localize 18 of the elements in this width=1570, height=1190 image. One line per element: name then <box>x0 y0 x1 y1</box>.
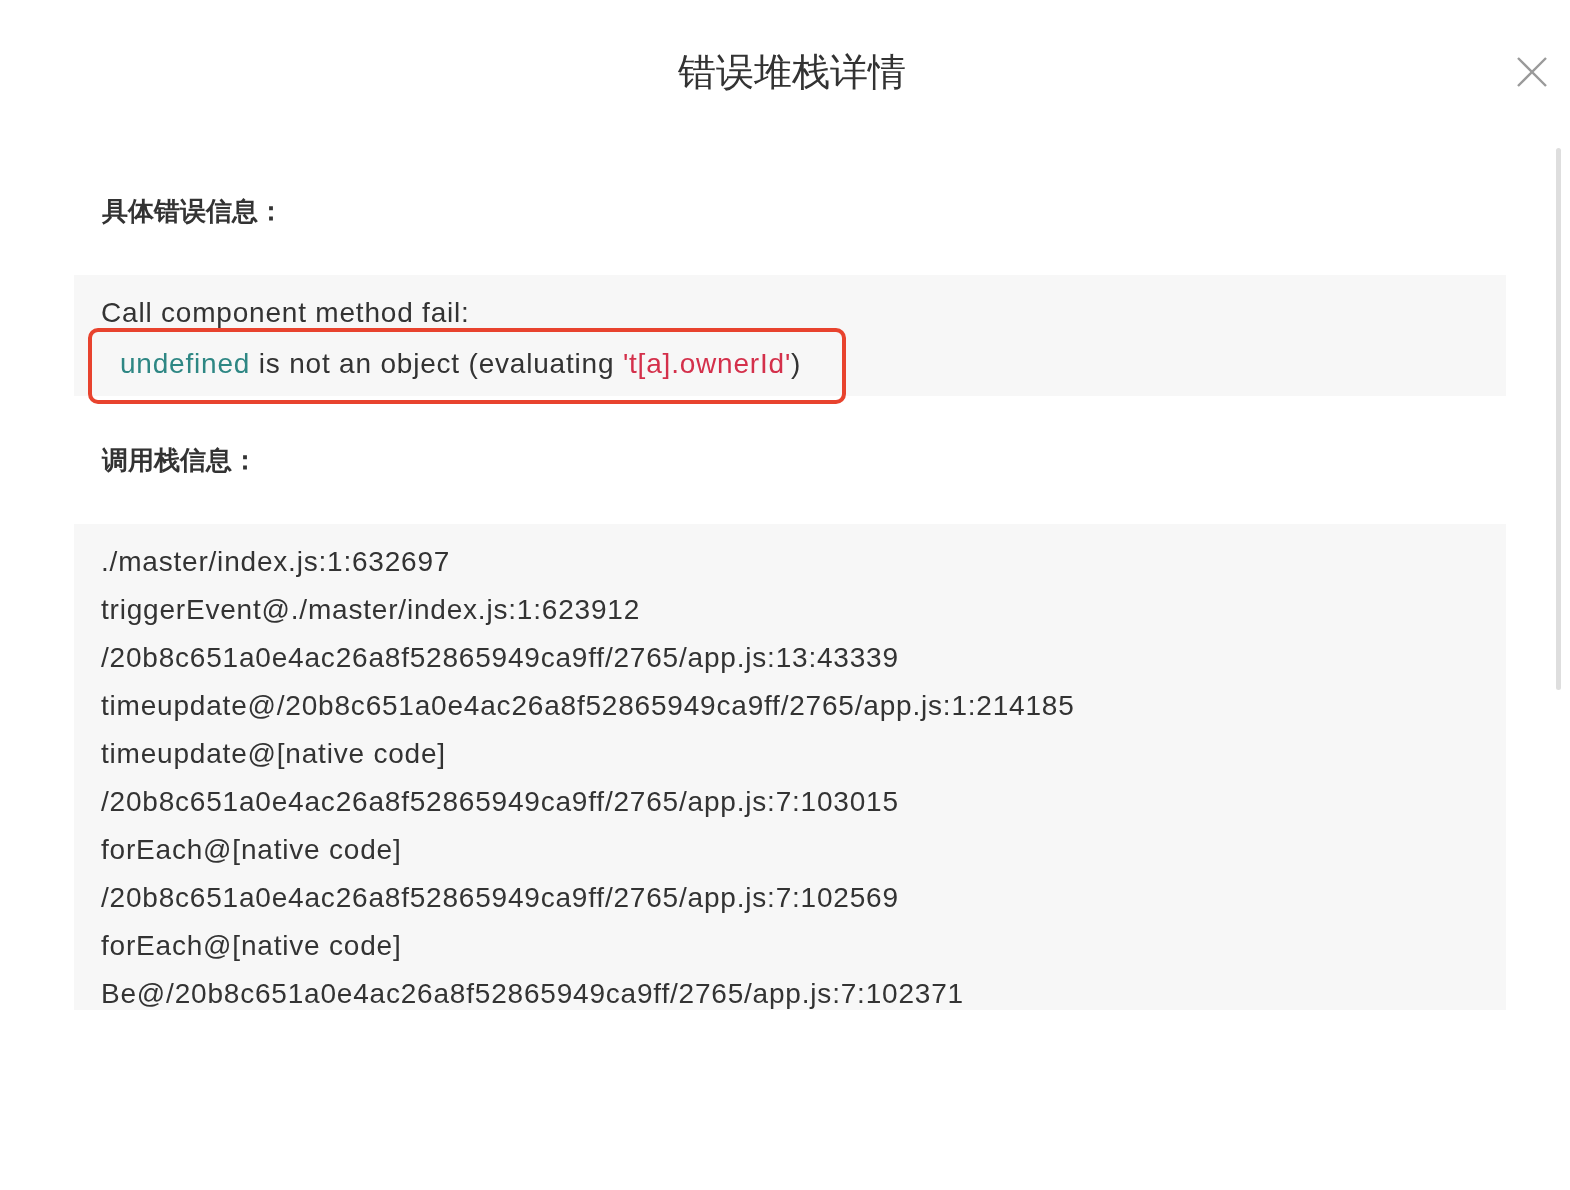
dialog-title: 错误堆栈详情 <box>678 50 906 95</box>
section-heading: 具体错误信息： <box>102 195 284 228</box>
stack-line: ./master/index.js:1:632697 <box>101 546 451 578</box>
scrollbar-thumb[interactable] <box>1556 148 1561 690</box>
section-heading: 调用栈信息： <box>102 444 258 477</box>
error-summary: Call component method fail: <box>101 297 470 328</box>
stack-line: timeupdate@/20b8c651a0e4ac26a8f52865949ca9ff/2765/app.js:1:214185 <box>101 690 1075 722</box>
stack-line: forEach@[native code] <box>101 930 402 962</box>
stack-line: triggerEvent@./master/index.js:1:623912 <box>101 594 640 626</box>
stack-line: /20b8c651a0e4ac26a8f52865949ca9ff/2765/app.js:7:102569 <box>101 882 899 914</box>
stack-line: forEach@[native code] <box>101 834 402 866</box>
close-button[interactable] <box>1517 57 1547 87</box>
stack-line: Be@/20b8c651a0e4ac26a8f52865949ca9ff/2765/app.js:7:102371 <box>101 978 964 1010</box>
stack-line: timeupdate@[native code] <box>101 738 446 770</box>
error-message: undefined is not an object (evaluating 't[a].ownerId') <box>120 347 802 381</box>
stack-line: /20b8c651a0e4ac26a8f52865949ca9ff/2765/app.js:13:43339 <box>101 642 899 674</box>
stack-line: /20b8c651a0e4ac26a8f52865949ca9ff/2765/app.js:7:103015 <box>101 786 899 818</box>
close-icon <box>1517 57 1547 87</box>
